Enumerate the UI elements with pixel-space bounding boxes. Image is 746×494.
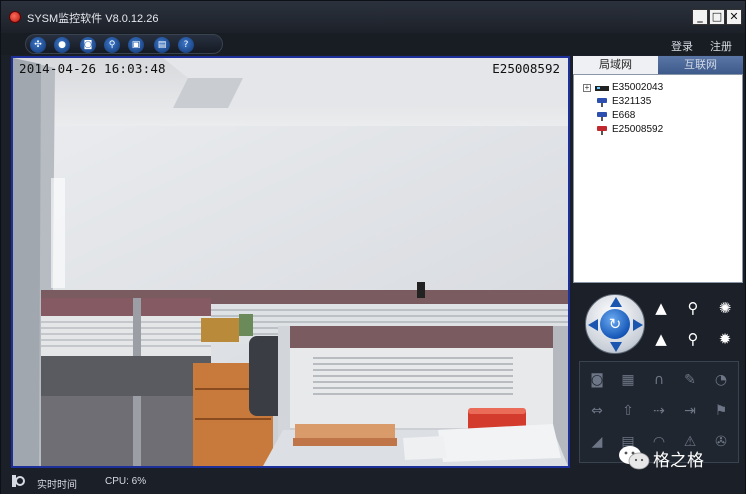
device-id-overlay: E25008592 (492, 61, 560, 76)
device-label: E321135 (612, 96, 652, 107)
camera-blue-icon (597, 112, 607, 121)
cpu-usage: CPU: 6% (105, 476, 147, 487)
focus-in-button[interactable]: ⚲ (683, 298, 703, 318)
search-icon[interactable]: ⚲ (104, 37, 120, 53)
close-button[interactable]: ✕ (726, 9, 742, 25)
arrow-left-icon[interactable] (588, 319, 598, 331)
enter-icon[interactable]: ⇥ (679, 400, 701, 422)
arrow-right-icon[interactable]: ⇢ (648, 400, 670, 422)
watermark-text: 格之格 (653, 451, 704, 471)
refresh-icon[interactable]: ↻ (600, 309, 630, 339)
ramp-icon[interactable]: ◢ (586, 431, 608, 453)
camera-icon[interactable]: ◙ (80, 37, 96, 53)
minimize-button[interactable]: _ (692, 9, 708, 25)
watermark: 格之格 (613, 441, 746, 475)
grid-icon[interactable]: ✣ (30, 37, 46, 53)
device-label: E35002043 (612, 82, 664, 93)
flag-icon[interactable]: ⚑ (710, 400, 732, 422)
tab-internet[interactable]: 互联网 (658, 56, 743, 74)
camera-blue-icon (597, 98, 607, 107)
tree-item-camera-selected[interactable]: E25008592 (574, 123, 742, 137)
iris-close-button[interactable]: ✹ (715, 329, 735, 349)
video-view[interactable]: 2014-04-26 16:03:48 E25008592 (11, 56, 570, 468)
headphones-icon[interactable]: ∩ (648, 369, 670, 391)
app-logo-icon (9, 11, 21, 23)
clapper-icon[interactable]: ▦ (617, 369, 639, 391)
device-label: E25008592 (612, 124, 664, 135)
globe-icon[interactable]: ◔ (710, 369, 732, 391)
timestamp-overlay: 2014-04-26 16:03:48 (19, 61, 166, 76)
ptz-direction-pad[interactable]: ↻ (585, 294, 645, 354)
window-title: SYSM监控软件 V8.0.12.26 (27, 13, 159, 25)
storage-icon[interactable]: ▤ (154, 37, 170, 53)
record-icon[interactable]: ● (54, 37, 70, 53)
iris-open-button[interactable]: ✺ (715, 298, 735, 318)
tab-lan[interactable]: 局域网 (573, 56, 658, 74)
device-tree: + E35002043 E321135 E668 E25008592 (573, 74, 743, 283)
app-window: SYSM监控软件 V8.0.12.26 _ □ ✕ ✣ ● ◙ ⚲ ▣ ▤ ? … (0, 0, 746, 494)
status-logo-icon (12, 475, 25, 487)
arrow-up-icon[interactable]: ⇧ (617, 400, 639, 422)
double-arrow-icon[interactable]: ⇔ (586, 400, 608, 422)
arrow-up-icon[interactable] (610, 297, 622, 307)
ptz-control-panel: ↻ ▲ ⚲ ✺ ▲ ⚲ ✹ ◙ ▦ ∩ ✎ ◔ ⇔ ⇧ ⇢ ⇥ ⚑ ◢ ▤ ◠ … (573, 285, 743, 465)
help-icon[interactable]: ? (178, 37, 194, 53)
register-link[interactable]: 注册 (710, 38, 732, 54)
login-link[interactable]: 登录 (671, 38, 693, 54)
nvr-icon (595, 86, 609, 91)
wechat-icon (619, 446, 650, 470)
arrow-right-icon[interactable] (633, 319, 643, 331)
tree-item-camera[interactable]: E668 (574, 109, 742, 123)
network-tabs: 局域网 互联网 (573, 56, 743, 74)
camera-icon[interactable]: ◙ (586, 369, 608, 391)
arrow-down-icon[interactable] (610, 342, 622, 352)
title-bar[interactable]: SYSM监控软件 V8.0.12.26 _ □ ✕ (1, 1, 745, 33)
focus-out-button[interactable]: ⚲ (683, 329, 703, 349)
lock-icon[interactable]: ▣ (128, 37, 144, 53)
expand-toggle-icon[interactable]: + (583, 84, 591, 92)
microphone-icon[interactable]: ✎ (679, 369, 701, 391)
camera-feed-image (13, 58, 568, 466)
zoom-out-button[interactable]: ▲ (651, 329, 671, 349)
status-label: 实时时间 (37, 480, 77, 491)
camera-red-icon (597, 126, 607, 135)
tree-item-nvr[interactable]: + E35002043 (574, 81, 742, 95)
device-label: E668 (612, 110, 636, 121)
toolbar: ✣ ● ◙ ⚲ ▣ ▤ ? 登录 注册 (1, 33, 745, 55)
toolbar-button-group: ✣ ● ◙ ⚲ ▣ ▤ ? (25, 34, 223, 54)
zoom-in-button[interactable]: ▲ (651, 298, 671, 318)
maximize-button[interactable]: □ (709, 9, 725, 25)
tree-item-camera[interactable]: E321135 (574, 95, 742, 109)
